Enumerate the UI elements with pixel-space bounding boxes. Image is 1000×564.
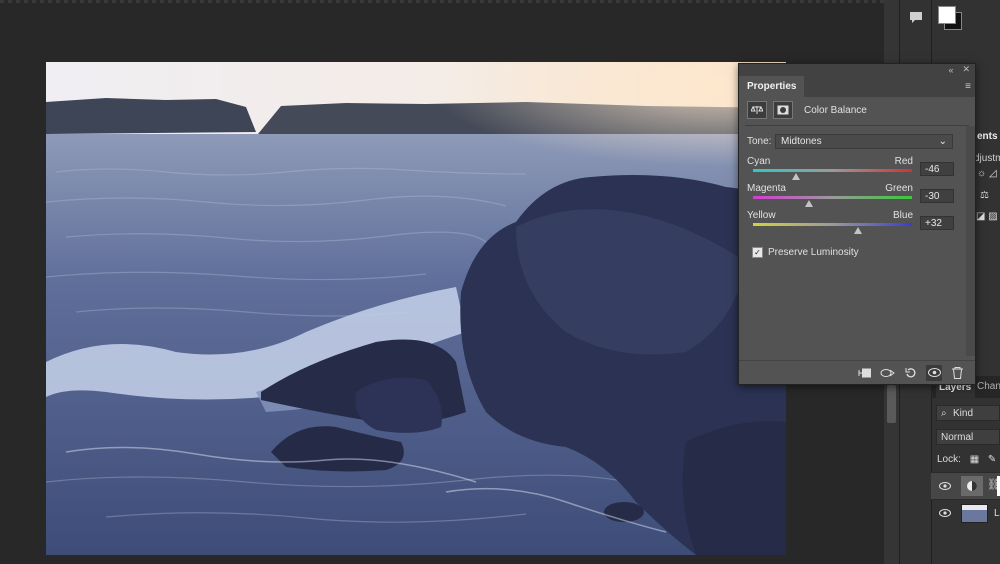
slider-magenta-green[interactable]: Magenta Green -30 [747, 183, 962, 211]
slider-right-label: Red [894, 156, 913, 167]
tone-label: Tone: [747, 136, 772, 147]
visibility-icon[interactable] [939, 481, 951, 493]
slider-handle[interactable] [791, 173, 800, 180]
layer-name: La [994, 508, 1000, 519]
slider-value-input[interactable]: -30 [920, 189, 954, 203]
lock-paint-icon[interactable]: ✎ [988, 454, 996, 465]
slider-left-label: Cyan [747, 156, 771, 167]
slider-handle[interactable] [853, 227, 862, 234]
foreground-color-swatch[interactable] [938, 6, 956, 24]
image-layer-thumbnail [961, 504, 988, 523]
blend-mode-select[interactable]: Normal [936, 429, 1000, 445]
tone-select[interactable]: Midtones ⌄ [775, 134, 953, 149]
slider-value-input[interactable]: +32 [920, 216, 954, 230]
delete-icon[interactable] [949, 365, 965, 381]
lock-label: Lock: [937, 454, 961, 465]
search-icon: ⌕ [941, 408, 947, 419]
adjustment-title: Color Balance [804, 104, 867, 116]
double-chevron-icon[interactable]: « [948, 65, 953, 75]
adjustment-header: Color Balance [739, 97, 975, 123]
slider-right-label: Blue [892, 210, 913, 221]
scrollbar-thumb[interactable] [887, 385, 896, 423]
slider-handle[interactable] [804, 200, 813, 207]
layer-row-image[interactable]: La [931, 499, 1000, 527]
kind-label: Kind [953, 408, 974, 419]
tab-channels[interactable]: Chann [977, 381, 1000, 392]
slider-track[interactable] [753, 196, 912, 199]
photo-filter-icon[interactable]: ◪ ▨ [976, 211, 998, 222]
slider-cyan-red[interactable]: Cyan Red -46 [747, 156, 962, 184]
view-previous-icon[interactable] [880, 365, 896, 381]
checkbox-icon[interactable]: ✓ [752, 247, 763, 258]
comments-icon[interactable] [904, 6, 927, 28]
close-icon[interactable]: ✕ [962, 64, 970, 75]
slider-right-label: Green [885, 183, 913, 194]
preserve-luminosity-label: Preserve Luminosity [768, 247, 859, 258]
brightness-icon[interactable]: ☼ ◿ [977, 168, 997, 179]
visibility-icon[interactable] [939, 508, 951, 520]
balance-icon[interactable]: ⚖ [980, 190, 989, 201]
balance-icon[interactable] [747, 101, 767, 119]
layer-mask-icon[interactable] [773, 101, 793, 119]
adjustments-label-partial: djustme [974, 153, 1000, 164]
slider-left-label: Yellow [747, 210, 776, 221]
document-image[interactable] [46, 62, 786, 555]
slider-track[interactable] [753, 223, 912, 226]
layer-row-color-balance[interactable]: ⛓ [931, 472, 1000, 500]
hamburger-icon[interactable]: ≡ [965, 81, 971, 92]
properties-tab-bar: Properties ≡ [739, 75, 975, 97]
adjustments-tab-partial[interactable]: ents [977, 131, 998, 142]
panel-title-bar: « ✕ [739, 64, 975, 75]
chevron-down-icon: ⌄ [938, 136, 947, 147]
divider [745, 125, 969, 126]
tone-row: Tone: Midtones ⌄ [739, 128, 975, 151]
slider-value-input[interactable]: -46 [920, 162, 954, 176]
preserve-luminosity-checkbox[interactable]: ✓ Preserve Luminosity [752, 247, 859, 258]
lock-row: Lock: ▦ ✎ [937, 454, 996, 465]
layer-filter-kind[interactable]: ⌕ Kind [936, 405, 1000, 421]
clip-to-layer-icon[interactable] [857, 365, 873, 381]
visibility-icon[interactable] [926, 364, 942, 381]
properties-footer [739, 360, 975, 384]
adjustment-layer-thumbnail [961, 476, 983, 496]
tab-properties[interactable]: Properties [739, 76, 805, 97]
slider-track[interactable] [753, 169, 912, 172]
tone-value: Midtones [781, 136, 822, 147]
properties-panel: « ✕ Properties ≡ Color Balance Tone: Mid… [738, 63, 976, 385]
slider-left-label: Magenta [747, 183, 786, 194]
panel-scrollbar[interactable] [966, 126, 975, 356]
color-swatches[interactable] [936, 4, 966, 34]
document-tab-strip [0, 0, 1000, 3]
lock-transparent-icon[interactable]: ▦ [970, 454, 979, 465]
slider-yellow-blue[interactable]: Yellow Blue +32 [747, 210, 962, 238]
reset-icon[interactable] [903, 365, 919, 381]
